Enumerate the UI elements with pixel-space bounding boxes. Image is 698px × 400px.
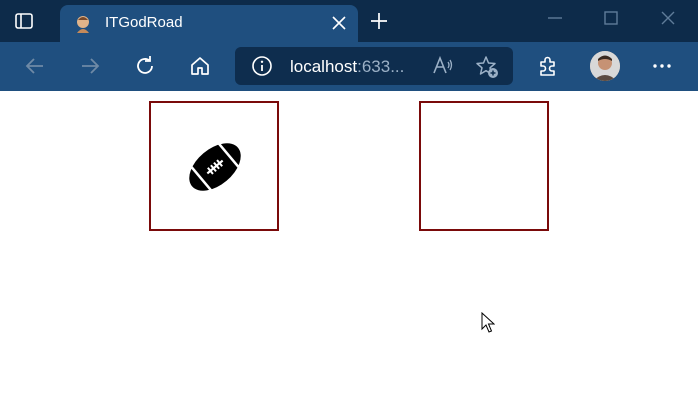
page-content [0,91,698,400]
url-host: localhost [290,57,358,76]
itgodroad-favicon-icon [72,13,94,35]
close-icon[interactable] [330,14,348,32]
avatar[interactable] [590,51,620,81]
window-close-icon[interactable] [658,8,678,28]
tab-title: ITGodRoad [105,14,183,31]
extensions-icon[interactable] [536,54,560,78]
forward-arrow-icon[interactable] [78,54,102,78]
url-text[interactable]: localhost:633... [290,57,404,77]
favorites-add-icon[interactable] [475,55,499,79]
url-port: :633... [357,57,405,76]
back-arrow-icon[interactable] [23,54,47,78]
address-bar[interactable]: localhost:633... [235,47,513,85]
drop-box-left[interactable] [149,101,279,231]
tab-actions-icon[interactable] [14,11,34,31]
drop-box-right[interactable] [419,101,549,231]
info-icon[interactable] [251,55,273,77]
tab-itgodroad[interactable]: ITGodRoad [60,5,358,42]
refresh-icon[interactable] [133,54,157,78]
read-aloud-icon[interactable] [432,55,454,77]
home-icon[interactable] [188,54,212,78]
title-bar: ITGodRoad [0,0,698,42]
mouse-cursor-icon [481,311,496,334]
american-football-icon[interactable] [185,137,245,197]
plus-icon[interactable] [368,10,390,32]
maximize-icon[interactable] [601,8,621,28]
minimize-icon[interactable] [545,8,565,28]
more-icon[interactable] [650,54,674,78]
browser-toolbar: localhost:633... [0,42,698,91]
